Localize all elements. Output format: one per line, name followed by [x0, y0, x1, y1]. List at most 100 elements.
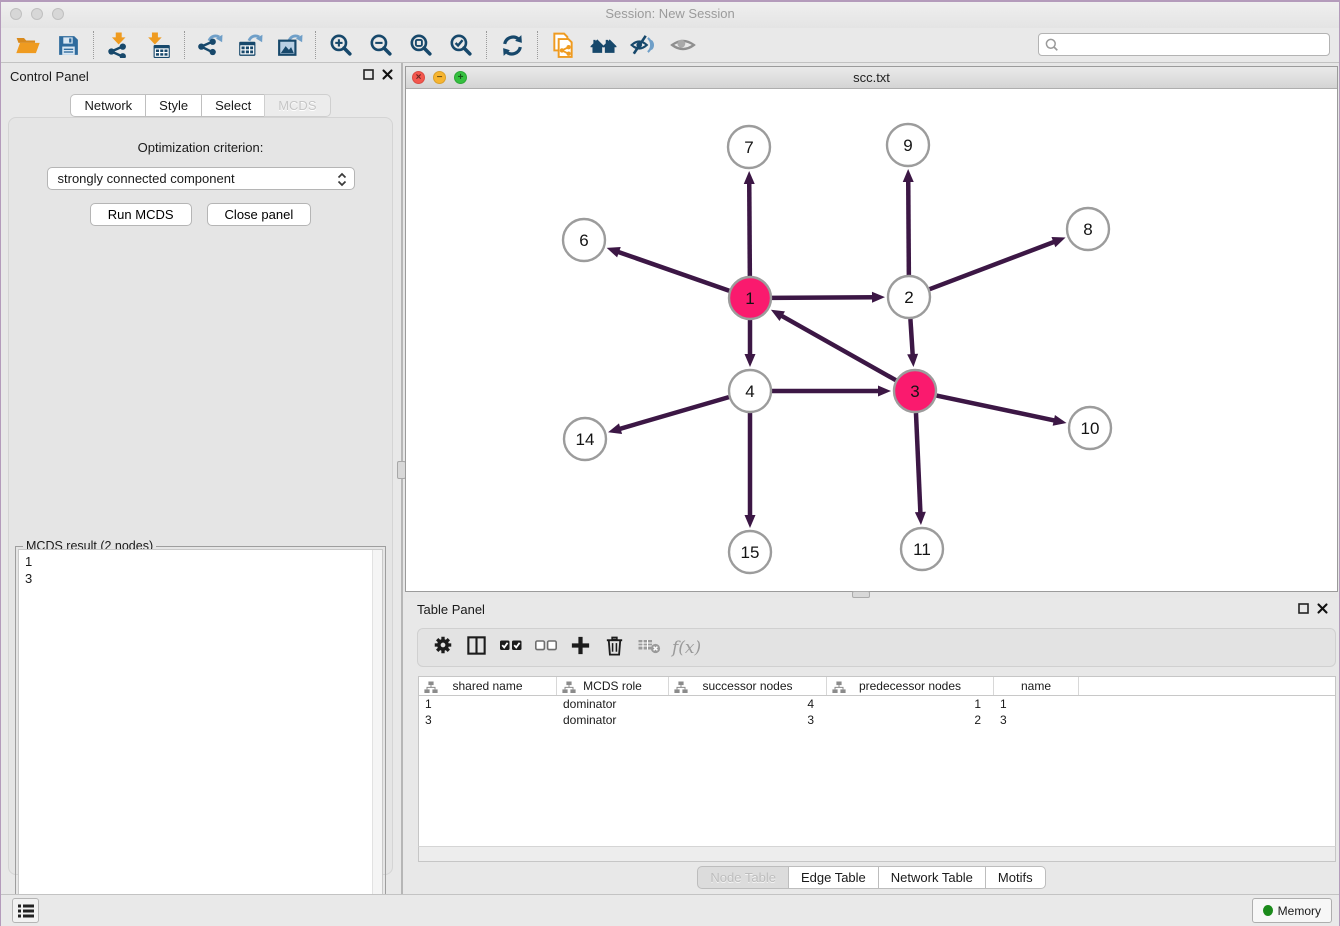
deselect-all-button[interactable]	[534, 633, 558, 662]
graph-node-label: 6	[579, 231, 588, 250]
zoom-out-button[interactable]	[361, 30, 401, 60]
close-table-panel-icon[interactable]	[1317, 603, 1328, 614]
graph-edge-2-3[interactable]	[910, 319, 912, 358]
graph-edge-2-9[interactable]	[908, 178, 909, 275]
search-input[interactable]	[1060, 35, 1329, 54]
close-panel-icon[interactable]	[382, 69, 393, 80]
network-canvas[interactable]: 7968124314101511	[406, 89, 1337, 591]
delete-button[interactable]	[603, 634, 626, 662]
tab-network-table[interactable]: Network Table	[878, 866, 986, 889]
graph-node-label: 14	[576, 430, 595, 449]
horizontal-split-handle[interactable]	[852, 591, 870, 598]
cell-name[interactable]: 3	[994, 712, 1079, 728]
tab-select[interactable]: Select	[201, 94, 265, 117]
criterion-select[interactable]: strongly connected component	[47, 167, 355, 190]
float-panel-icon[interactable]	[363, 69, 374, 80]
save-session-button[interactable]	[48, 30, 88, 60]
split-view-button[interactable]	[465, 634, 488, 662]
graph-edge-arrowhead	[915, 512, 926, 525]
column-header-successor-nodes[interactable]: successor nodes	[669, 677, 827, 695]
table-row[interactable]: 1 dominator 4 1 1	[419, 696, 1335, 712]
cell-mcds-role[interactable]: dominator	[557, 712, 669, 728]
tab-network[interactable]: Network	[70, 94, 146, 117]
tab-style[interactable]: Style	[145, 94, 202, 117]
export-table-button[interactable]	[230, 30, 270, 60]
graph-edge-1-7[interactable]	[749, 180, 750, 276]
table-tabs: Node Table Edge Table Network Table Moti…	[403, 866, 1340, 889]
eye-icon	[672, 40, 694, 49]
function-builder-button[interactable]: f(x)	[672, 638, 701, 658]
import-network-button[interactable]	[99, 30, 139, 60]
graph-edge-arrowhead	[903, 169, 914, 182]
table-header-row: shared name MCDS role successor nodes pr…	[419, 677, 1335, 696]
show-hidden-button[interactable]	[663, 30, 703, 60]
control-panel-title: Control Panel	[10, 69, 89, 84]
table-settings-button[interactable]	[432, 634, 454, 661]
cell-successor-nodes[interactable]: 4	[669, 696, 827, 712]
search-field[interactable]	[1038, 33, 1330, 56]
tree-icon	[674, 682, 687, 694]
add-button[interactable]	[569, 634, 592, 662]
run-mcds-button[interactable]: Run MCDS	[90, 203, 192, 226]
graph-edge-3-10[interactable]	[937, 396, 1058, 422]
cell-name[interactable]: 1	[994, 696, 1079, 712]
cell-predecessor-nodes[interactable]: 2	[827, 712, 994, 728]
apply-layout-button[interactable]	[492, 30, 532, 60]
export-network-button[interactable]	[190, 30, 230, 60]
hide-eye-icon	[632, 36, 653, 54]
import-network-icon	[108, 33, 126, 58]
cell-mcds-role[interactable]: dominator	[557, 696, 669, 712]
zoom-fit-button[interactable]	[401, 30, 441, 60]
first-neighbors-button[interactable]	[583, 30, 623, 60]
column-header-name[interactable]: name	[994, 677, 1079, 695]
zoom-in-button[interactable]	[321, 30, 361, 60]
network-window-titlebar[interactable]: × − + scc.txt	[406, 67, 1337, 89]
graph-node-label: 7	[744, 138, 753, 157]
cell-shared-name[interactable]: 1	[419, 696, 557, 712]
tab-motifs[interactable]: Motifs	[985, 866, 1046, 889]
list-icon	[18, 904, 34, 917]
trash-icon	[607, 637, 622, 654]
delete-table-button[interactable]	[637, 633, 661, 662]
cell-shared-name[interactable]: 3	[419, 712, 557, 728]
export-image-button[interactable]	[270, 30, 310, 60]
hide-selected-button[interactable]	[623, 30, 663, 60]
column-header-predecessor-nodes[interactable]: predecessor nodes	[827, 677, 994, 695]
zoom-selected-button[interactable]	[441, 30, 481, 60]
select-all-button[interactable]	[499, 633, 523, 662]
node-table: shared name MCDS role successor nodes pr…	[418, 676, 1336, 862]
cell-predecessor-nodes[interactable]: 1	[827, 696, 994, 712]
graph-edge-3-11[interactable]	[916, 413, 921, 516]
open-session-button[interactable]	[8, 30, 48, 60]
search-icon	[1046, 39, 1057, 50]
tab-node-table[interactable]: Node Table	[697, 866, 789, 889]
import-table-button[interactable]	[139, 30, 179, 60]
mcds-result-textarea[interactable]: 1 3	[18, 549, 383, 921]
graph-edge-1-2[interactable]	[772, 297, 876, 298]
titlebar: Session: New Session	[0, 0, 1340, 28]
gear-icon	[435, 637, 452, 654]
column-header-mcds-role[interactable]: MCDS role	[557, 677, 669, 695]
graph-node-label: 8	[1083, 220, 1092, 239]
graph-edge-arrowhead	[1053, 415, 1067, 426]
toolbar-separator	[93, 31, 94, 59]
graph-edge-arrowhead	[608, 423, 622, 434]
close-panel-button[interactable]: Close panel	[207, 203, 312, 226]
tab-edge-table[interactable]: Edge Table	[788, 866, 879, 889]
table-horizontal-scrollbar[interactable]	[418, 846, 1336, 862]
task-history-button[interactable]	[12, 898, 39, 923]
result-scrollbar[interactable]	[372, 550, 382, 920]
memory-button[interactable]: Memory	[1252, 898, 1332, 923]
float-table-panel-icon[interactable]	[1298, 603, 1309, 614]
status-bar: Memory	[0, 894, 1340, 926]
graph-edge-1-6[interactable]	[615, 251, 729, 291]
graph-edge-3-1[interactable]	[779, 314, 896, 380]
column-header-shared-name[interactable]: shared name	[419, 677, 557, 695]
clone-network-button[interactable]	[543, 30, 583, 60]
graph-edge-2-8[interactable]	[930, 241, 1058, 289]
tab-mcds[interactable]: MCDS	[264, 94, 330, 117]
graph-edge-arrowhead	[878, 386, 891, 397]
table-row[interactable]: 3 dominator 3 2 3	[419, 712, 1335, 728]
cell-successor-nodes[interactable]: 3	[669, 712, 827, 728]
graph-edge-4-14[interactable]	[617, 397, 729, 430]
